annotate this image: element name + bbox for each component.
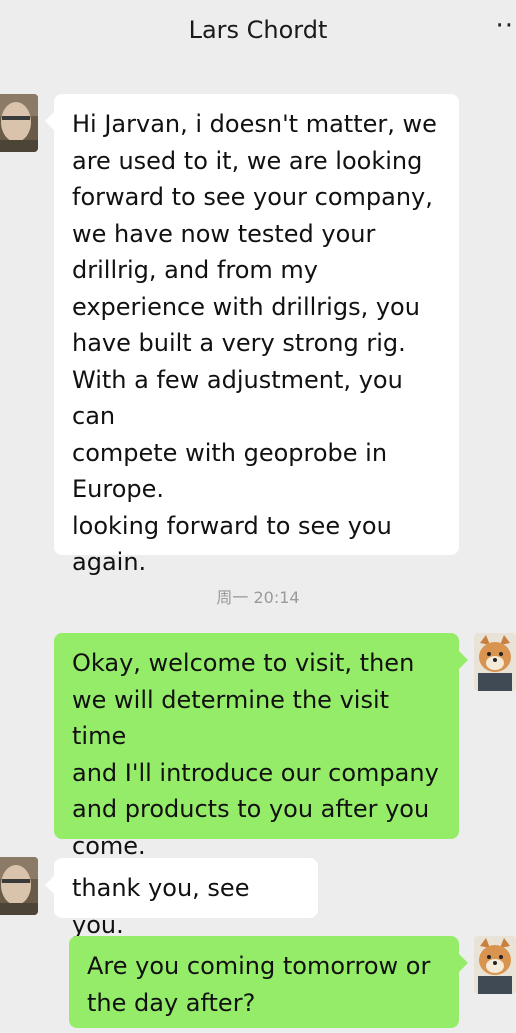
message-bubble-incoming[interactable]: thank you, see you.: [54, 858, 318, 939]
message-bubble-outgoing[interactable]: Okay, welcome to visit, then we will det…: [54, 633, 459, 860]
message-bubble-outgoing[interactable]: Are you coming tomorrow or the day after…: [69, 936, 459, 1028]
message-text: Okay, welcome to visit, then we will det…: [72, 649, 439, 860]
bubble-tail: [459, 651, 468, 669]
message-bubble-incoming[interactable]: Hi Jarvan, i doesn't matter, we are used…: [54, 94, 459, 576]
message-text: Are you coming tomorrow or the day after…: [87, 952, 431, 1017]
chat-header: Lars Chordt ··: [0, 0, 516, 64]
message-timestamp: 周一 20:14: [216, 588, 300, 607]
more-dots-icon[interactable]: ··: [495, 13, 514, 39]
user-avatar[interactable]: [474, 936, 516, 994]
bubble-tail: [459, 954, 468, 972]
contact-avatar[interactable]: [0, 857, 38, 915]
contact-avatar[interactable]: [0, 94, 38, 152]
message-text: thank you, see you.: [72, 874, 250, 939]
user-avatar[interactable]: [474, 633, 516, 691]
bubble-tail: [45, 112, 54, 130]
contact-name[interactable]: Lars Chordt: [0, 16, 516, 44]
message-text: Hi Jarvan, i doesn't matter, we are used…: [72, 110, 437, 576]
bubble-tail: [45, 876, 54, 894]
